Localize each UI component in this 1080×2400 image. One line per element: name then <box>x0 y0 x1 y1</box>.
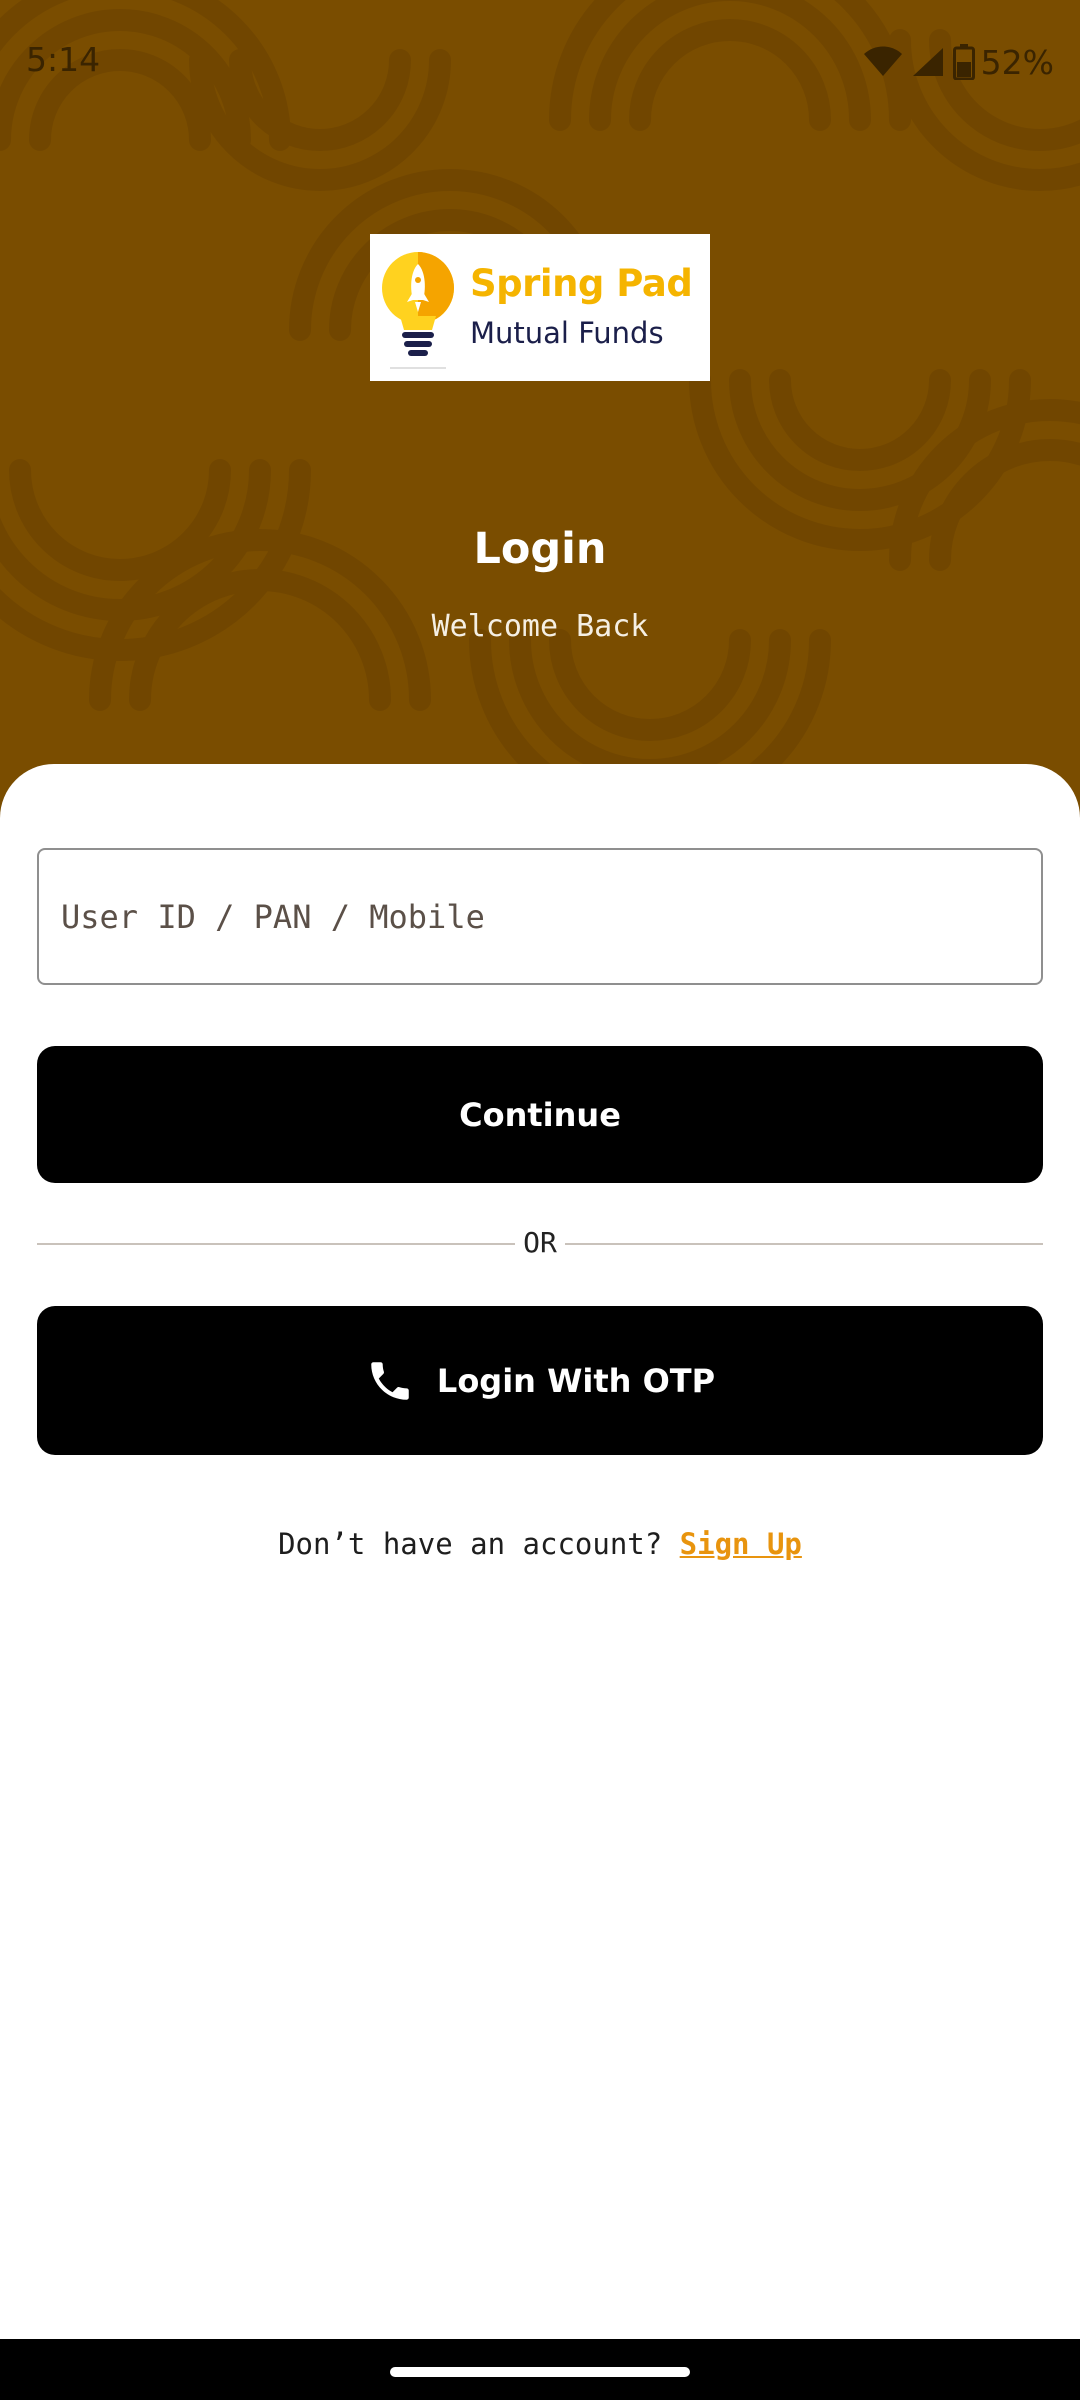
status-time: 5:14 <box>26 40 101 79</box>
login-with-otp-label: Login With OTP <box>436 1361 716 1400</box>
battery-percentage: 52% <box>980 42 1054 82</box>
wifi-icon <box>863 46 903 78</box>
login-with-otp-button[interactable]: Login With OTP <box>37 1306 1043 1455</box>
continue-button[interactable]: Continue <box>37 1046 1043 1183</box>
logo-title: Spring Pad <box>470 262 693 305</box>
home-gesture-handle[interactable] <box>390 2367 690 2377</box>
signup-row: Don’t have an account? Sign Up <box>0 1527 1080 1561</box>
page-title: Login <box>473 524 607 574</box>
status-bar: 5:14 52% <box>0 0 1080 126</box>
page-subtitle: Welcome Back <box>431 609 649 644</box>
status-icons: 52% <box>855 40 1054 84</box>
or-divider: OR <box>37 1224 1043 1264</box>
logo-subtitle: Mutual Funds <box>470 316 664 350</box>
phone-icon <box>365 1356 415 1406</box>
navigation-bar <box>0 2339 1080 2400</box>
login-screen: 5:14 52% Spring Pad Mutual Funds Login W… <box>0 0 1080 2400</box>
continue-button-label: Continue <box>459 1095 621 1134</box>
cellular-signal-icon <box>911 46 945 78</box>
lightbulb-rocket-icon <box>382 252 454 369</box>
battery-icon <box>952 44 975 80</box>
app-logo: Spring Pad Mutual Funds <box>370 234 710 381</box>
user-id-input[interactable] <box>37 848 1043 985</box>
sign-up-link[interactable]: Sign Up <box>680 1527 802 1561</box>
signup-prompt: Don’t have an account? <box>278 1527 680 1561</box>
divider-text: OR <box>523 1226 557 1259</box>
